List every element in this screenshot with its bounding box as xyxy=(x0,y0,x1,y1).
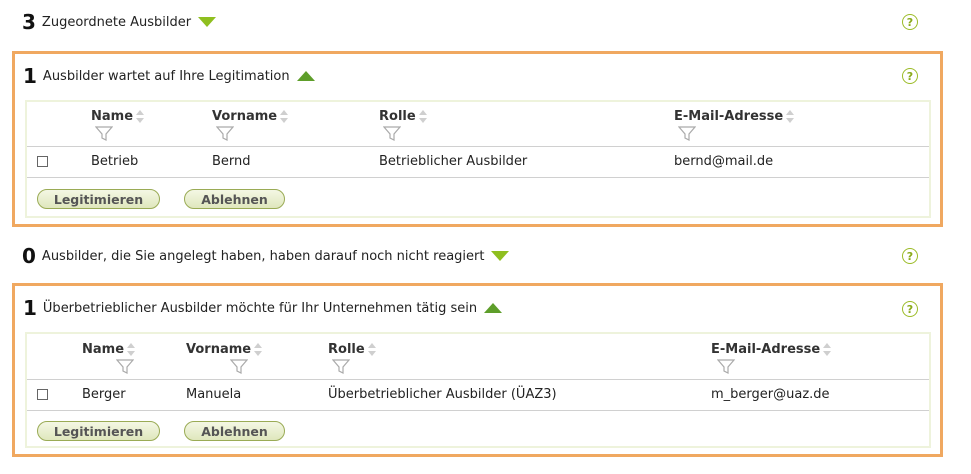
collapse-arrow-icon[interactable] xyxy=(484,303,503,313)
sort-icon[interactable] xyxy=(823,342,832,357)
legitimieren-button[interactable]: Legitimieren xyxy=(37,189,160,209)
section-legitimation: 1 Ausbilder wartet auf Ihre Legitimation xyxy=(23,62,315,90)
column-header-rolle[interactable]: Rolle xyxy=(379,109,428,124)
sort-icon[interactable] xyxy=(127,342,136,357)
section-count: 0 xyxy=(22,244,36,268)
section-title: Ausbilder, die Sie angelegt haben, haben… xyxy=(41,248,485,264)
ablehnen-button[interactable]: Ablehnen xyxy=(184,189,285,209)
column-header-name[interactable]: Name xyxy=(91,109,145,124)
sort-icon[interactable] xyxy=(280,109,289,124)
expand-arrow-icon[interactable] xyxy=(198,17,217,27)
filter-icon[interactable] xyxy=(116,359,134,375)
column-header-name[interactable]: Name xyxy=(82,342,136,357)
panel-legitimation: 1 Ausbilder wartet auf Ihre Legitimation… xyxy=(12,51,943,227)
legitimieren-button[interactable]: Legitimieren xyxy=(37,421,160,441)
filter-icon[interactable] xyxy=(230,359,248,375)
help-icon[interactable]: ? xyxy=(902,14,918,30)
section-count: 1 xyxy=(23,64,37,88)
panel-ueberbetrieblich: 1 Überbetrieblicher Ausbilder möchte für… xyxy=(12,283,943,457)
cell-name: Berger xyxy=(82,387,126,402)
filter-icon[interactable] xyxy=(216,126,234,142)
section-nicht-reagiert: 0 Ausbilder, die Sie angelegt haben, hab… xyxy=(22,242,510,270)
ablehnen-button[interactable]: Ablehnen xyxy=(184,421,285,441)
section-zugeordnete: 3 Zugeordnete Ausbilder xyxy=(22,8,217,36)
section-title: Überbetrieblicher Ausbilder möchte für I… xyxy=(42,300,478,316)
sort-icon[interactable] xyxy=(786,109,795,124)
help-icon[interactable]: ? xyxy=(902,68,918,84)
sort-icon[interactable] xyxy=(367,342,377,357)
column-header-email[interactable]: E-Mail-Adresse xyxy=(711,342,832,357)
section-count: 3 xyxy=(22,10,36,34)
cell-email: m_berger@uaz.de xyxy=(711,387,830,402)
row-checkbox[interactable] xyxy=(37,389,48,400)
divider xyxy=(27,177,929,178)
divider xyxy=(27,410,929,411)
trainer-table: Name Vorname Rolle E-Mail-Adresse Betrie… xyxy=(25,100,931,218)
section-title: Ausbilder wartet auf Ihre Legitimation xyxy=(42,68,290,84)
section-ueberbetrieblich: 1 Überbetrieblicher Ausbilder möchte für… xyxy=(23,294,503,322)
cell-name: Betrieb xyxy=(91,154,139,169)
sort-icon[interactable] xyxy=(418,109,428,124)
help-icon[interactable]: ? xyxy=(902,301,918,317)
sort-icon[interactable] xyxy=(254,342,263,357)
filter-icon[interactable] xyxy=(383,126,401,142)
column-header-email[interactable]: E-Mail-Adresse xyxy=(674,109,795,124)
cell-rolle: Überbetrieblicher Ausbilder (ÜAZ3) xyxy=(328,387,557,402)
filter-icon[interactable] xyxy=(717,359,735,375)
cell-email: bernd@mail.de xyxy=(674,154,774,169)
expand-arrow-icon[interactable] xyxy=(491,251,510,261)
section-title: Zugeordnete Ausbilder xyxy=(41,14,192,30)
filter-icon[interactable] xyxy=(678,126,696,142)
column-header-rolle[interactable]: Rolle xyxy=(328,342,377,357)
filter-icon[interactable] xyxy=(95,126,113,142)
row-checkbox[interactable] xyxy=(37,156,48,167)
cell-rolle: Betrieblicher Ausbilder xyxy=(379,154,528,169)
sort-icon[interactable] xyxy=(136,109,145,124)
help-icon[interactable]: ? xyxy=(902,248,918,264)
column-header-vorname[interactable]: Vorname xyxy=(186,342,263,357)
divider xyxy=(27,379,929,380)
collapse-arrow-icon[interactable] xyxy=(296,71,315,81)
cell-vorname: Bernd xyxy=(212,154,251,169)
section-count: 1 xyxy=(23,296,37,320)
cell-vorname: Manuela xyxy=(186,387,242,402)
trainer-table: Name Vorname Rolle E-Mail-Adresse Berger… xyxy=(25,332,931,448)
column-header-vorname[interactable]: Vorname xyxy=(212,109,289,124)
divider xyxy=(27,146,929,147)
filter-icon[interactable] xyxy=(332,359,350,375)
